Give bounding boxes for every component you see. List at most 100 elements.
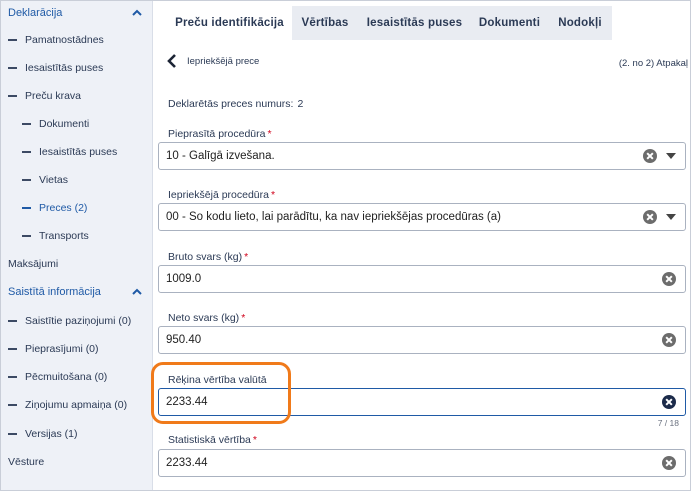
sidebar-item-label: Versijas (1) [25,428,78,440]
sidebar-item-vesture[interactable]: Vēsture [0,451,153,473]
clear-icon[interactable] [662,333,676,347]
statistical-value-label: Statistiskā vērtība * [168,434,257,446]
sidebar-item-pecmuitosana[interactable]: Pēcmuitošana (0) [0,366,153,388]
net-weight-input[interactable]: 950.40 [158,326,686,354]
net-weight-value: 950.40 [166,334,202,346]
sidebar-item-label: Vēsture [8,456,45,468]
requested-procedure-select[interactable]: 10 - Galīgā izvešana. [158,142,686,170]
sidebar-item-zinojumu-apmaina[interactable]: Ziņojumu apmaiņa (0) [0,394,153,416]
dash-icon [8,348,17,350]
field-label-text: Iepriekšējā procedūra [168,189,269,201]
sidebar-item-label: Saistītie paziņojumi (0) [25,315,132,327]
field-label-text: Neto svars (kg) [168,312,240,324]
sidebar-section-label: Deklarācija [8,7,63,19]
sidebar-section-related[interactable]: Saistītā informācija [0,281,153,303]
declared-item-label: Deklarētās preces numurs: [168,98,294,110]
tab-nodokli[interactable]: Nodokļi [548,6,612,40]
chevron-left-icon [167,54,176,68]
sidebar-subitem-iesaistitas-puses[interactable]: Iesaistītās puses [0,141,153,163]
dash-icon [8,376,17,378]
sidebar-item-label: Dokumenti [39,118,90,130]
field-label-text: Statistiskā vērtība [168,434,251,446]
tab-bar: Preču identifikācija Vērtības Iesaistītā… [153,0,691,40]
previous-procedure-value: 00 - Šo kodu lieto, lai parādītu, ka nav… [166,211,501,223]
invoice-value-value: 2233.44 [166,396,208,408]
clear-icon[interactable] [662,456,676,470]
requested-procedure-value: 10 - Galīgā izvešana. [166,150,275,162]
invoice-value-input[interactable]: 2233.44 [158,388,686,416]
sidebar-section-declaration[interactable]: Deklarācija [0,2,153,24]
sidebar-subitem-transports[interactable]: Transports [0,225,153,247]
dash-icon [8,404,17,406]
sidebar-item-label: Maksājumi [8,258,59,270]
sidebar-item-precu-krava[interactable]: Preču krava [0,85,153,107]
sidebar-item-label: Ziņojumu apmaiņa (0) [25,399,128,411]
sidebar-section-label: Saistītā informācija [8,286,101,298]
sidebar-item-label: Iesaistītās puses [39,146,118,158]
dash-icon [8,95,17,97]
required-mark: * [244,251,249,263]
required-mark: * [241,312,246,324]
sidebar-item-saistitie-pazinojumi[interactable]: Saistītie paziņojumi (0) [0,310,153,332]
dash-icon [22,235,31,237]
field-label-text: Bruto svars (kg) [168,251,243,263]
character-counter: 7 / 18 [657,418,679,428]
gross-weight-label: Bruto svars (kg) * [168,251,248,263]
dash-icon [8,320,17,322]
sidebar-item-pamatnostadnes[interactable]: Pamatnostādnes [0,29,153,51]
dash-icon [8,67,17,69]
previous-procedure-label: Iepriekšējā procedūra * [168,189,275,201]
gross-weight-input[interactable]: 1009.0 [158,265,686,293]
sidebar-item-label: Vietas [39,174,68,186]
sidebar-item-pieprasijumi[interactable]: Pieprasījumi (0) [0,338,153,360]
field-label-text: Rēķina vērtība valūtā [168,374,267,386]
tab-vertibas[interactable]: Vērtības [292,6,358,40]
caret-down-icon[interactable] [666,214,676,220]
tab-iesaistitas-puses[interactable]: Iesaistītās puses [358,6,471,40]
sidebar-item-label: Pieprasījumi (0) [25,343,99,355]
declared-item-number: Deklarētās preces numurs: 2 [168,98,303,110]
net-weight-label: Neto svars (kg) * [168,312,245,324]
previous-item-link[interactable]: Iepriekšējā prece [167,54,259,68]
sidebar-item-label: Transports [39,230,89,242]
sidebar-item-label: Pēcmuitošana (0) [25,371,108,383]
clear-icon[interactable] [662,395,676,409]
clear-icon[interactable] [662,272,676,286]
sidebar-item-iesaistitas-puses[interactable]: Iesaistītās puses [0,57,153,79]
dash-icon [22,207,31,209]
field-label-text: Pieprasītā procedūra [168,128,266,140]
tab-precu-identifikacija[interactable]: Preču identifikācija [167,6,292,40]
main-panel: Preču identifikācija Vērtības Iesaistītā… [153,0,691,491]
gross-weight-value: 1009.0 [166,273,202,285]
chevron-up-icon[interactable] [131,286,143,298]
sidebar-item-label: Pamatnostādnes [25,34,104,46]
pager-text[interactable]: (2. no 2) Atpakaļ [619,58,688,69]
clear-icon[interactable] [643,149,657,163]
previous-item-label: Iepriekšējā prece [187,55,260,67]
chevron-up-icon[interactable] [131,7,143,19]
required-mark: * [270,189,276,201]
dash-icon [22,151,31,153]
dash-icon [8,39,17,41]
invoice-value-label: Rēķina vērtība valūtā [168,374,267,386]
sidebar-item-maksajumi[interactable]: Maksājumi [0,253,153,275]
previous-procedure-select[interactable]: 00 - Šo kodu lieto, lai parādītu, ka nav… [158,203,686,231]
sidebar: Deklarācija Pamatnostādnes Iesaistītās p… [0,0,153,491]
tab-dokumenti[interactable]: Dokumenti [471,6,548,40]
sidebar-item-label: Iesaistītās puses [25,62,104,74]
caret-down-icon[interactable] [666,153,676,159]
sidebar-item-versijas[interactable]: Versijas (1) [0,423,153,445]
dash-icon [22,179,31,181]
sidebar-item-label: Preces (2) [39,202,88,214]
dash-icon [8,433,17,435]
sidebar-subitem-dokumenti[interactable]: Dokumenti [0,113,153,135]
statistical-value-value: 2233.44 [166,457,208,469]
sidebar-subitem-vietas[interactable]: Vietas [0,169,153,191]
requested-procedure-label: Pieprasītā procedūra * [168,128,272,140]
clear-icon[interactable] [643,210,657,224]
statistical-value-input[interactable]: 2233.44 [158,449,686,477]
required-mark: * [267,128,272,140]
dash-icon [22,123,31,125]
declared-item-value: 2 [297,98,304,110]
sidebar-subitem-preces[interactable]: Preces (2) [0,197,153,219]
